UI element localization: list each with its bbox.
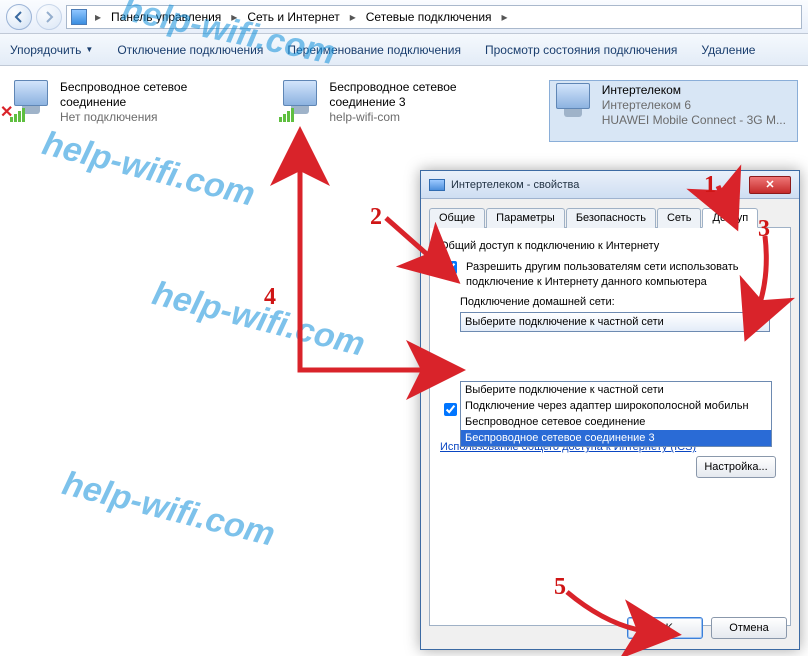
annotation-number-3: 3: [758, 216, 770, 243]
annotation-arrows: [0, 0, 808, 656]
annotation-number-2: 2: [370, 204, 382, 231]
annotation-number-4: 4: [264, 284, 276, 311]
annotation-number-5: 5: [554, 574, 566, 601]
annotation-number-1: 1: [704, 172, 716, 199]
